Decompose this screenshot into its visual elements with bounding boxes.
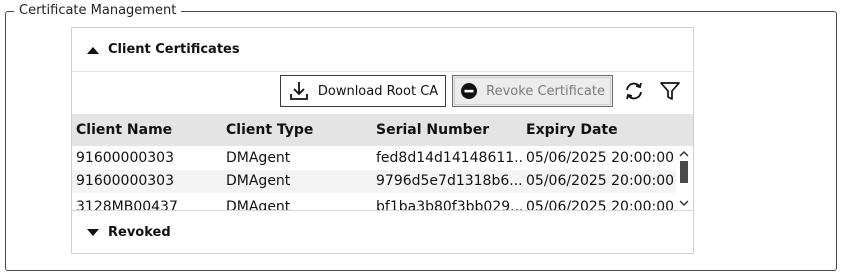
toolbar: Download Root CA Revoke Certificate — [279, 74, 685, 108]
client-name-cell: 91600000303 — [76, 150, 174, 166]
collapse-triangle-icon — [87, 46, 99, 54]
client-name-cell: 91600000303 — [76, 173, 174, 189]
client-type-cell: DMAgent — [226, 199, 291, 210]
filter-button[interactable] — [655, 76, 685, 106]
scroll-up-icon — [679, 150, 689, 157]
client-type-cell: DMAgent — [226, 173, 291, 189]
column-header-serial-number[interactable]: Serial Number — [376, 122, 489, 138]
revoked-label: Revoked — [108, 225, 171, 240]
scrollbar-thumb — [680, 161, 688, 183]
refresh-icon — [626, 82, 642, 100]
minus-circle-icon — [461, 83, 478, 99]
table-row[interactable]: 3128MB00437 DMAgent bf1ba3b80f3bb029... … — [72, 193, 676, 210]
expand-triangle-icon — [87, 228, 99, 236]
download-icon — [289, 82, 308, 100]
serial-number-cell: 9796d5e7d1318b6... — [376, 173, 523, 189]
group-title: Certificate Management — [14, 3, 182, 19]
column-header-expiry-date[interactable]: Expiry Date — [526, 122, 618, 138]
certificates-table: Client Name Client Type Serial Number Ex… — [72, 114, 693, 210]
revoked-expander[interactable]: Revoked — [72, 210, 693, 254]
download-root-ca-button[interactable]: Download Root CA — [279, 75, 447, 107]
expiry-date-cell: 05/06/2025 20:00:00 — [526, 173, 674, 189]
expiry-date-cell: 05/06/2025 20:00:00 — [526, 150, 674, 166]
client-type-cell: DMAgent — [226, 150, 291, 166]
table-row[interactable]: 91600000303 DMAgent 9796d5e7d1318b6... 0… — [72, 170, 676, 193]
expiry-date-cell: 05/06/2025 20:00:00 — [526, 199, 674, 210]
client-certificates-expander[interactable]: Client Certificates — [72, 28, 693, 72]
download-root-ca-label: Download Root CA — [317, 83, 439, 99]
client-name-cell: 3128MB00437 — [76, 199, 178, 210]
serial-number-cell: bf1ba3b80f3bb029... — [376, 199, 524, 210]
column-header-client-name[interactable]: Client Name — [76, 122, 172, 138]
client-certificates-label: Client Certificates — [108, 42, 240, 57]
revoke-certificate-button[interactable]: Revoke Certificate — [452, 75, 613, 107]
table-header: Client Name Client Type Serial Number Ex… — [72, 114, 693, 146]
vertical-scrollbar[interactable] — [677, 148, 691, 210]
scroll-down-icon — [679, 200, 689, 207]
table-row[interactable]: 91600000303 DMAgent fed8d14d14148611... … — [72, 147, 676, 170]
refresh-button[interactable] — [619, 76, 649, 106]
serial-number-cell: fed8d14d14148611... — [376, 150, 524, 166]
revoke-certificate-label: Revoke Certificate — [486, 83, 605, 99]
filter-icon — [660, 82, 680, 100]
certificates-panel: Client Certificates Download Root CA Rev… — [71, 27, 694, 254]
column-header-client-type[interactable]: Client Type — [226, 122, 313, 138]
